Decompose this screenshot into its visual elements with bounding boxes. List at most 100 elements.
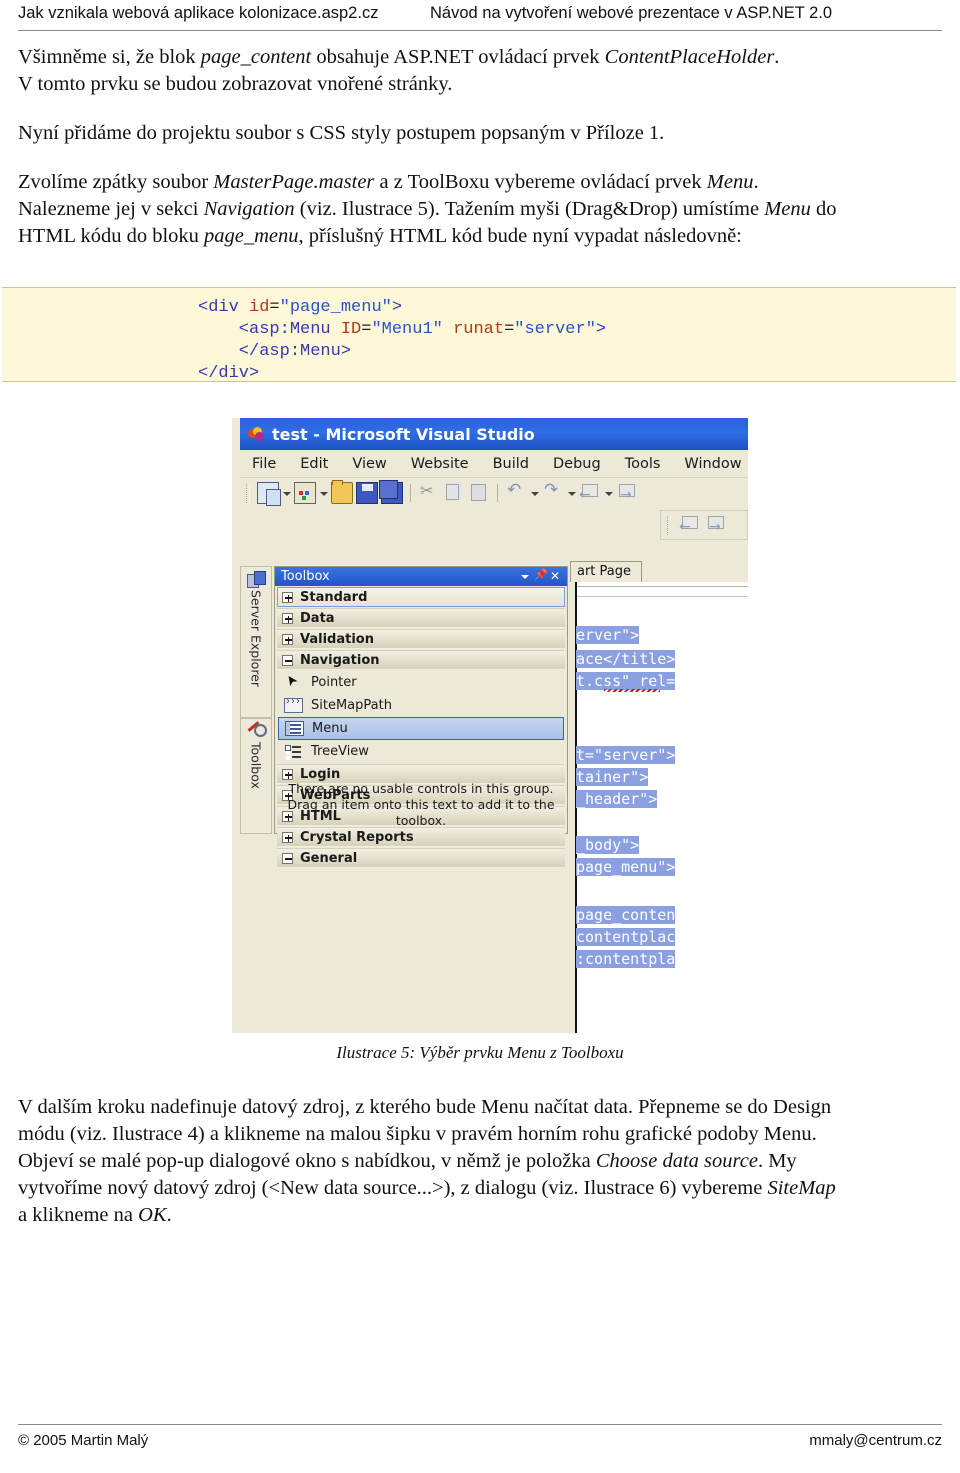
p5-text-c: (viz. Ilustrace 5). Tažením myši (Drag&D… [294,198,765,220]
navigate-backward-dropdown-icon[interactable] [604,482,613,504]
expand-plus-icon[interactable] [282,612,293,624]
toolbox-group-validation[interactable]: Validation [277,629,565,649]
p1-emph-contentplaceholder: ContentPlaceHolder [604,46,775,68]
p4-text-a: Zvolíme zpátky soubor [18,171,214,193]
pointer-icon [284,675,303,690]
navigate-backward-icon[interactable] [579,482,601,504]
code-l2-eq1: = [361,320,372,339]
vs-code-editor[interactable]: art Page erver"> ace</title> t.css" rel=… [570,558,748,1033]
navigate-forward-icon[interactable] [616,482,638,504]
toolbox-group-label-standard: Standard [300,589,368,605]
collapse-minus-icon[interactable] [282,654,293,666]
toolbox-group-navigation[interactable]: Navigation [277,650,565,670]
figure-caption: Ilustrace 5: Výběr prvku Menu z Toolboxu [336,1043,624,1062]
p10-text-c: . [166,1204,172,1226]
code-l1-attr: id [249,298,270,317]
paragraph-3: Nyní přidáme do projektu soubor s CSS st… [18,122,665,144]
toolbox-item-treeview[interactable]: TreeView [278,740,564,763]
p4-text-c: a z ToolBoxu vybereme ovládací prvek [374,171,707,193]
toolbox-group-crystal-reports[interactable]: Crystal Reports [277,827,565,847]
expand-plus-icon[interactable] [282,591,293,603]
paragraph-10: a klikneme na OK. [18,1202,942,1229]
paragraph-5: Nalezneme jej v sekci Navigation (viz. I… [18,196,942,223]
toolbox-group-general[interactable]: General [277,848,565,868]
p1-text-a: Všimněme si, že blok [18,46,201,68]
collapse-minus-icon[interactable] [282,852,293,864]
p4-text-e: . [753,171,759,193]
toolbox-item-label-sitemappath: SiteMapPath [311,698,392,713]
secondary-navigate-forward-icon[interactable] [705,514,727,536]
close-icon[interactable] [548,569,563,584]
p10-emph-ok: OK [138,1204,167,1226]
editor-line-8: page_menu"> [576,858,676,876]
menu-item-tools[interactable]: Tools [613,456,673,472]
toolbox-group-standard[interactable]: Standard [277,587,565,607]
undo-dropdown-icon[interactable] [530,482,539,504]
cut-icon[interactable] [418,481,440,504]
toolbox-item-label-pointer: Pointer [311,675,357,690]
new-project-icon[interactable] [257,482,281,506]
new-website-dropdown-icon[interactable] [319,482,328,504]
menu-item-debug[interactable]: Debug [541,456,613,472]
open-file-icon[interactable] [331,480,353,504]
code-listing: <div id="page_menu"> <asp:Menu ID="Menu1… [2,287,956,383]
p1-text-c: obsahuje ASP.NET ovládací prvek [311,46,605,68]
dock-tab-server-explorer[interactable]: Server Explorer [240,566,272,718]
menu-item-build[interactable]: Build [481,456,541,472]
undo-icon[interactable] [505,480,527,504]
menu-item-website[interactable]: Website [399,456,481,472]
secondary-navigate-backward-icon[interactable] [679,514,701,536]
menu-item-window[interactable]: Window [672,456,748,472]
vs-menu-bar: File Edit View Website Build Debug Tools… [240,450,748,477]
toolbox-panel-header: Toolbox [275,567,567,586]
toolbox-item-menu[interactable]: Menu [278,717,564,740]
expand-plus-icon[interactable] [282,633,293,645]
toolbox-item-sitemappath[interactable]: SiteMapPath [278,694,564,717]
expand-plus-icon[interactable] [282,831,293,843]
redo-icon[interactable] [542,480,564,504]
spelling-squiggle-icon [604,689,660,692]
editor-line-9: page_conten [576,906,676,924]
toolbar-separator-1 [410,484,411,502]
toolbar-separator-2 [497,484,498,502]
toolbox-group-label-navigation: Navigation [300,652,380,668]
secondary-toolbar-grip[interactable] [667,515,671,535]
paragraph-1: Všimněme si, že blok page_content obsahu… [18,44,942,71]
save-icon[interactable] [356,482,378,504]
chevron-down-icon[interactable] [518,569,533,584]
toolbox-item-label-treeview: TreeView [311,744,369,759]
vs-window-title: test - Microsoft Visual Studio [272,424,535,444]
expand-plus-icon[interactable] [282,768,293,780]
copy-icon[interactable] [443,482,465,504]
paste-icon[interactable] [468,482,490,504]
menu-item-file[interactable]: File [240,456,288,472]
code-l1-eq: = [269,298,280,317]
toolbox-group-data[interactable]: Data [277,608,565,628]
new-project-dropdown-icon[interactable] [282,482,291,504]
editor-line-6: _header"> [576,790,658,808]
page-header: Jak vznikala webová aplikace kolonizace.… [18,4,942,30]
toolbox-group-label-crystal-reports: Crystal Reports [300,829,414,845]
save-all-icon[interactable] [379,480,403,504]
toolbox-group-label-login: Login [300,766,341,782]
paragraph-spacer-1 [18,98,942,120]
code-l2-eq2: = [504,320,515,339]
new-website-icon[interactable] [294,482,316,504]
p6-text-c: , příslušný HTML kód bude nyní vypadat n… [298,225,742,247]
editor-tab-start-page[interactable]: art Page [570,561,643,582]
menu-item-edit[interactable]: Edit [288,456,340,472]
editor-top-rule-2 [570,596,748,597]
toolbar-grip[interactable] [246,483,250,503]
pin-icon[interactable] [533,568,548,584]
code-l2-value1: "Menu1" [371,320,443,339]
editor-line-1: erver"> [576,626,640,644]
dock-tab-toolbox[interactable]: Toolbox [240,718,272,834]
menu-item-view[interactable]: View [340,456,398,472]
toolbox-item-pointer[interactable]: Pointer [278,671,564,694]
redo-dropdown-icon[interactable] [567,482,576,504]
p1-text-e: . [774,46,780,68]
editor-line-4: t="server"> [576,746,676,764]
paragraph-8: Objeví se malé pop-up dialogové okno s n… [18,1148,942,1175]
footer-divider [18,1424,942,1425]
p1-emph-page-content: page_content [200,46,312,68]
